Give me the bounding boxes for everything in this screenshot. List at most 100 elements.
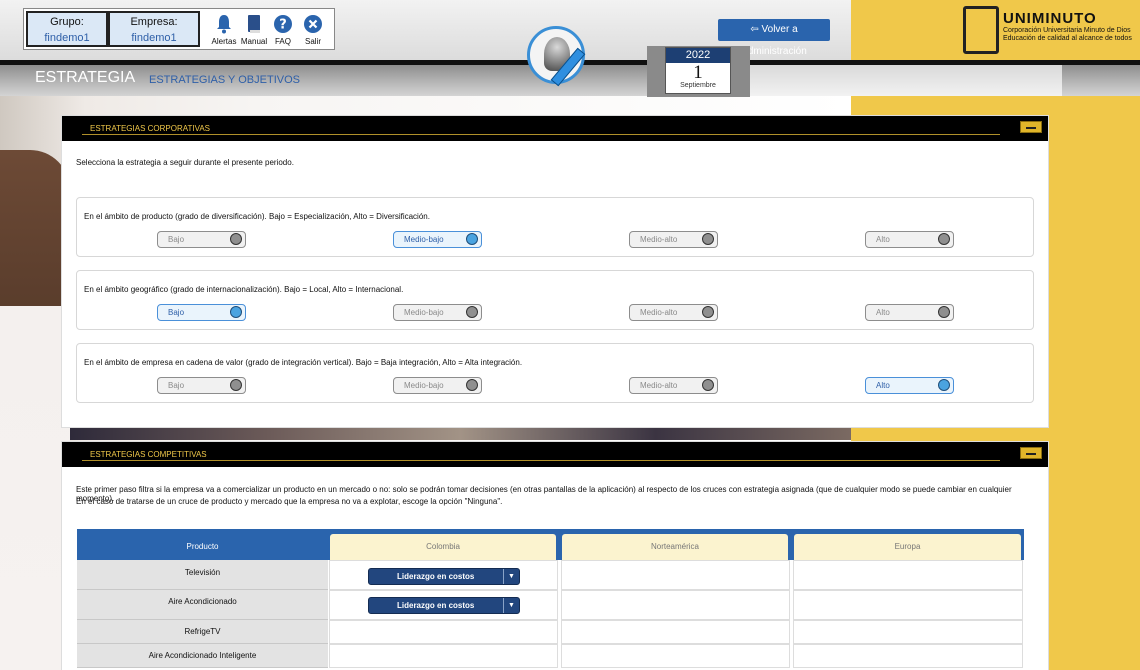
option-alto[interactable]: Alto <box>865 304 954 321</box>
option-medio-bajo[interactable]: Medio-bajo <box>393 304 482 321</box>
option-label: Bajo <box>168 308 185 317</box>
svg-text:?: ? <box>279 18 287 33</box>
strategy-cell[interactable] <box>561 644 790 668</box>
strategy-cell[interactable] <box>793 644 1023 668</box>
option-alto[interactable]: Alto <box>865 231 954 248</box>
option-bajo[interactable]: Bajo <box>157 304 246 321</box>
option-bajo[interactable]: Bajo <box>157 377 246 394</box>
back-arrow-icon: ⇦ <box>750 24 762 35</box>
radio-dot-icon <box>702 306 714 318</box>
market-header-colombia: Colombia <box>330 534 556 560</box>
strategy-cell: Liderazgo en costos ▼ <box>329 590 558 620</box>
university-line1: Corporación Universitaria Minuto de Dios <box>1003 27 1131 34</box>
option-medio-alto[interactable]: Medio-alto <box>629 377 718 394</box>
radio-dot-icon <box>230 233 242 245</box>
chevron-down-icon: ▼ <box>503 569 519 584</box>
product-scope-question: En el ámbito de producto (grado de diver… <box>76 197 1034 257</box>
period-calendar: 2022 1 Septiembre <box>665 47 731 94</box>
product-column-header: Producto <box>186 542 219 551</box>
faq-button[interactable]: ? FAQ <box>266 13 300 46</box>
strategy-cell[interactable] <box>561 560 790 590</box>
strategy-cell[interactable] <box>793 620 1023 644</box>
product-cell: Aire Acondicionado <box>77 590 328 620</box>
strategy-dropdown[interactable]: Liderazgo en costos ▼ <box>368 568 520 585</box>
strategy-dropdown[interactable]: Liderazgo en costos ▼ <box>368 597 520 614</box>
close-icon <box>304 15 322 33</box>
group-info: Grupo: findemo1 <box>26 11 108 47</box>
collapse-competitive-button[interactable] <box>1020 447 1042 459</box>
product-cell: Televisión <box>77 560 328 590</box>
table-row: RefrigeTV <box>77 620 1024 644</box>
option-label: Medio-bajo <box>404 381 444 390</box>
question-text: En el ámbito de producto (grado de diver… <box>84 212 430 221</box>
strategy-cell[interactable] <box>329 644 558 668</box>
company-info: Empresa: findemo1 <box>108 11 200 47</box>
option-medio-bajo[interactable]: Medio-bajo <box>393 231 482 248</box>
radio-dot-icon <box>938 233 950 245</box>
group-company-box: Grupo: findemo1 Empresa: findemo1 Alerta… <box>23 8 335 50</box>
dropdown-value: Liderazgo en costos <box>397 572 475 581</box>
strategy-cell: Liderazgo en costos ▼ <box>329 560 558 590</box>
back-to-admin-button[interactable]: ⇦ Volver a Administración <box>718 19 830 57</box>
background-photo-strip <box>70 428 851 440</box>
book-icon <box>248 15 260 33</box>
option-medio-alto[interactable]: Medio-alto <box>629 304 718 321</box>
calendar-month: Septiembre <box>680 82 716 89</box>
corporate-intro: Selecciona la estrategia a seguir durant… <box>76 158 294 167</box>
corporate-panel-title: ESTRATEGIAS CORPORATIVAS <box>90 124 211 133</box>
minus-icon <box>1026 127 1036 129</box>
competitive-panel-title: ESTRATEGIAS COMPETITIVAS <box>90 450 207 459</box>
table-row: Aire Acondicionado Inteligente <box>77 644 1024 668</box>
radio-dot-icon <box>230 379 242 391</box>
calendar-day: 1 <box>693 62 703 83</box>
strategy-cell[interactable] <box>793 560 1023 590</box>
radio-dot-icon <box>230 306 242 318</box>
group-label: Grupo: <box>50 16 84 28</box>
alerts-button[interactable]: Alertas <box>207 13 241 46</box>
option-label: Alto <box>876 235 890 244</box>
option-label: Medio-alto <box>640 235 678 244</box>
radio-dot-icon <box>938 379 950 391</box>
radio-dot-icon <box>702 233 714 245</box>
option-medio-bajo[interactable]: Medio-bajo <box>393 377 482 394</box>
collapse-corporate-button[interactable] <box>1020 121 1042 133</box>
calendar-year: 2022 <box>666 48 730 63</box>
strategy-cell[interactable] <box>561 590 790 620</box>
option-medio-alto[interactable]: Medio-alto <box>629 231 718 248</box>
question-text: En el ámbito geográfico (grado de intern… <box>84 285 404 294</box>
radio-dot-icon <box>938 306 950 318</box>
product-cell: RefrigeTV <box>77 620 328 644</box>
vertical-integration-question: En el ámbito de empresa en cadena de val… <box>76 343 1034 403</box>
page-title: ESTRATEGIA <box>35 69 136 86</box>
company-value: findemo1 <box>131 32 177 44</box>
option-label: Alto <box>876 308 890 317</box>
page-subtitle-link[interactable]: ESTRATEGIAS Y OBJETIVOS <box>149 74 300 86</box>
strategy-cell[interactable] <box>329 620 558 644</box>
group-value: findemo1 <box>44 32 90 44</box>
chevron-down-icon: ▼ <box>503 598 519 613</box>
geographic-scope-question: En el ámbito geográfico (grado de intern… <box>76 270 1034 330</box>
background-person-image <box>0 150 70 670</box>
market-header-norteamerica: Norteamérica <box>562 534 788 560</box>
option-alto[interactable]: Alto <box>865 377 954 394</box>
strategy-cell[interactable] <box>793 590 1023 620</box>
option-label: Medio-alto <box>640 381 678 390</box>
option-label: Medio-alto <box>640 308 678 317</box>
question-text: En el ámbito de empresa en cadena de val… <box>84 358 523 367</box>
university-line2: Educación de calidad al alcance de todos <box>1003 35 1132 42</box>
table-row: Aire Acondicionado Liderazgo en costos ▼ <box>77 590 1024 620</box>
strategy-cell[interactable] <box>561 620 790 644</box>
dropdown-value: Liderazgo en costos <box>397 601 475 610</box>
bell-icon <box>217 15 231 34</box>
corporate-panel-header: ESTRATEGIAS CORPORATIVAS <box>62 116 1048 141</box>
corporate-strategies-panel: ESTRATEGIAS CORPORATIVAS Selecciona la e… <box>61 115 1049 428</box>
radio-dot-icon <box>466 233 478 245</box>
option-bajo[interactable]: Bajo <box>157 231 246 248</box>
table-row: Televisión Liderazgo en costos ▼ <box>77 560 1024 590</box>
option-label: Medio-bajo <box>404 235 444 244</box>
exit-button[interactable]: Salir <box>296 13 330 46</box>
section-bar-right <box>750 65 1062 96</box>
question-icon: ? <box>274 15 292 33</box>
option-label: Alto <box>876 381 890 390</box>
market-header-europa: Europa <box>794 534 1021 560</box>
